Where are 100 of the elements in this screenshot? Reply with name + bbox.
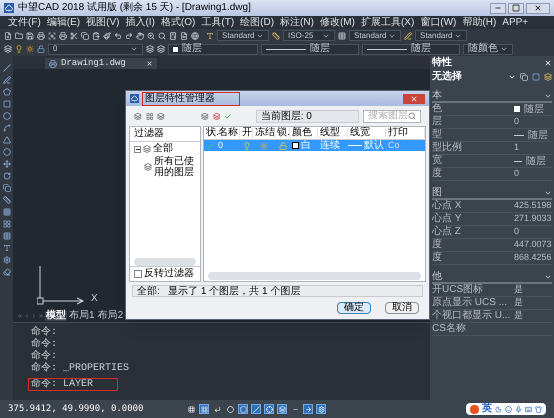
copy-icon[interactable] xyxy=(81,32,89,40)
calculator-icon[interactable] xyxy=(169,32,177,40)
menu-item[interactable]: APP+ xyxy=(502,18,528,28)
tree-item[interactable]: 全部 xyxy=(153,144,173,154)
menu-item[interactable]: 编辑(E) xyxy=(46,18,80,28)
status-toggle[interactable] xyxy=(186,404,196,414)
draw-tool-icon[interactable] xyxy=(2,232,10,240)
color-dropdown[interactable]: 随层 xyxy=(168,44,258,54)
globe-icon[interactable] xyxy=(191,32,199,40)
preview-icon[interactable] xyxy=(48,32,56,40)
draw-tool-icon[interactable] xyxy=(2,196,10,204)
draw-tool-icon[interactable] xyxy=(2,124,10,132)
lineweight-dropdown[interactable]: 随层 xyxy=(362,44,460,54)
cut-icon[interactable] xyxy=(70,32,78,40)
layers-icon[interactable] xyxy=(146,45,154,53)
layer-dropdown[interactable]: 0 xyxy=(48,44,143,54)
keyboard-icon[interactable] xyxy=(525,406,532,412)
tree-item[interactable]: 所有已使用的图层 xyxy=(154,156,196,178)
leader-style-dropdown[interactable]: Standard xyxy=(415,30,467,41)
print-icon[interactable] xyxy=(37,32,45,40)
layout-tab[interactable]: 布局1 xyxy=(68,311,96,321)
status-toggle[interactable] xyxy=(277,404,287,414)
document-icon[interactable] xyxy=(180,32,188,40)
column-header[interactable]: 开 xyxy=(240,128,253,138)
close-button[interactable] xyxy=(526,2,550,14)
redo-icon[interactable] xyxy=(125,32,133,40)
draw-tool-icon[interactable] xyxy=(2,160,10,168)
menu-item[interactable]: 绘图(D) xyxy=(240,18,274,28)
status-toggle[interactable] xyxy=(316,404,326,414)
column-header[interactable]: 线型 xyxy=(318,128,348,138)
collapse-icon[interactable] xyxy=(134,146,141,152)
leader-style-icon[interactable] xyxy=(404,32,412,40)
microphone-icon[interactable] xyxy=(515,406,522,412)
section-header[interactable]: 他 xyxy=(432,271,552,284)
menu-item[interactable]: 修改(M) xyxy=(320,18,355,28)
folder-icon[interactable] xyxy=(15,32,23,40)
status-toggle[interactable] xyxy=(238,404,248,414)
status-toggle[interactable] xyxy=(303,404,313,414)
section-header[interactable]: 图 xyxy=(432,187,552,200)
paste-icon[interactable] xyxy=(92,32,100,40)
maximize-button[interactable] xyxy=(508,2,524,14)
layout-tab[interactable]: 模型 xyxy=(45,311,67,321)
document-tab[interactable]: Drawing1.dwg xyxy=(45,58,157,69)
draw-tool-icon[interactable] xyxy=(2,88,10,96)
print-icon[interactable] xyxy=(59,32,67,40)
section-header[interactable]: 本 xyxy=(432,90,552,103)
minimize-button[interactable] xyxy=(490,2,506,14)
first-tab-icon[interactable] xyxy=(17,313,23,319)
menu-item[interactable]: 扩展工具(X) xyxy=(360,18,414,28)
menu-item[interactable]: 文件(F) xyxy=(8,18,41,28)
zoom-icon[interactable] xyxy=(147,32,155,40)
linetype-dropdown[interactable]: 随层 xyxy=(261,44,359,54)
undo-icon[interactable] xyxy=(114,32,122,40)
plot-style-dropdown[interactable]: 随颜色 xyxy=(463,44,513,54)
table-style-icon[interactable] xyxy=(338,32,346,40)
layers-icon[interactable] xyxy=(4,45,12,53)
status-toggle[interactable] xyxy=(212,404,222,414)
close-icon[interactable] xyxy=(146,60,153,67)
status-toggle[interactable] xyxy=(264,404,274,414)
status-toggle[interactable] xyxy=(199,404,209,414)
draw-tool-icon[interactable] xyxy=(2,208,10,216)
save-icon[interactable] xyxy=(26,32,34,40)
dialog-button[interactable]: 取消 xyxy=(385,302,419,314)
text-style-icon[interactable] xyxy=(206,32,214,40)
draw-tool-icon[interactable] xyxy=(2,76,10,84)
draw-tool-icon[interactable] xyxy=(2,184,10,192)
layers-icon[interactable] xyxy=(157,45,165,53)
menu-item[interactable]: 工具(T) xyxy=(201,18,234,28)
menu-item[interactable]: 插入(I) xyxy=(125,18,155,28)
shirt-icon[interactable] xyxy=(535,406,542,412)
dialog-button[interactable]: 确定 xyxy=(337,302,371,314)
draw-tool-icon[interactable] xyxy=(2,244,10,252)
draw-tool-icon[interactable] xyxy=(2,268,10,276)
draw-tool-icon[interactable] xyxy=(2,64,10,72)
dimension-style-icon[interactable] xyxy=(272,32,280,40)
last-tab-icon[interactable] xyxy=(38,313,44,319)
menu-item[interactable]: 视图(V) xyxy=(86,18,120,28)
close-button[interactable] xyxy=(403,94,425,104)
layout-tab[interactable]: 布局2 xyxy=(96,311,124,321)
table-style-dropdown[interactable]: Standard xyxy=(349,30,401,41)
new-file-icon[interactable] xyxy=(4,32,12,40)
zoom-icon[interactable] xyxy=(158,32,166,40)
column-header[interactable]: 打印 xyxy=(386,128,425,138)
status-toggle[interactable] xyxy=(251,404,261,414)
selection-dropdown[interactable]: 无选择 xyxy=(432,72,516,82)
draw-tool-icon[interactable] xyxy=(2,256,10,264)
column-header[interactable]: 状. xyxy=(204,128,216,138)
draw-tool-icon[interactable] xyxy=(2,172,10,180)
menu-item[interactable]: 标注(N) xyxy=(280,18,314,28)
text-style-dropdown[interactable]: Standard xyxy=(217,30,269,41)
checkbox[interactable] xyxy=(134,270,142,278)
draw-tool-icon[interactable] xyxy=(2,220,10,228)
moon-icon[interactable] xyxy=(495,406,502,412)
horizontal-scrollbar[interactable] xyxy=(134,258,196,266)
color-swatch[interactable] xyxy=(292,142,299,149)
hand-icon[interactable] xyxy=(136,32,144,40)
menu-item[interactable]: 帮助(H) xyxy=(462,18,496,28)
dimension-style-dropdown[interactable]: ISO-25 xyxy=(283,30,335,41)
column-header[interactable]: 锁. xyxy=(275,128,290,138)
smile-icon[interactable] xyxy=(505,406,512,412)
